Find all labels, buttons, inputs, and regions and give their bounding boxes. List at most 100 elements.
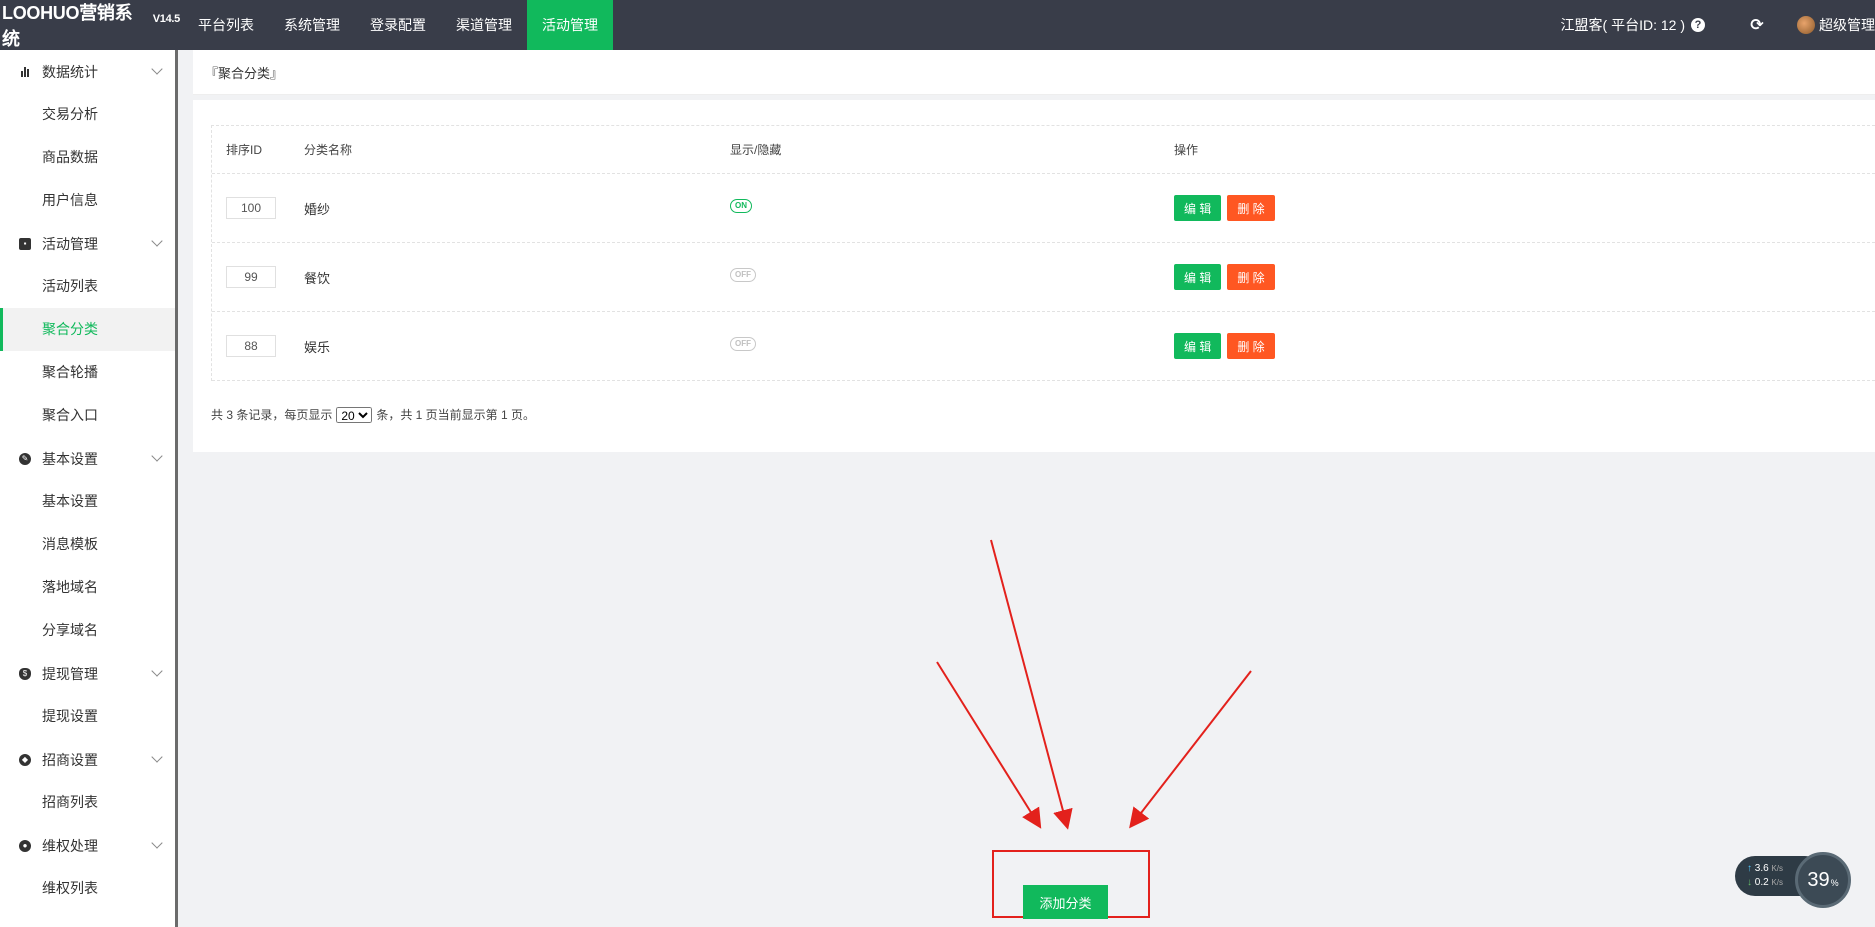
breadcrumb: 『聚合分类』 — [193, 50, 1875, 95]
sort-input[interactable] — [226, 197, 276, 219]
chevron-down-icon — [151, 751, 163, 763]
usage-percent: 39 — [1807, 868, 1830, 891]
sort-input[interactable] — [226, 266, 276, 288]
category-name: 娱乐 — [304, 339, 331, 355]
upload-arrow-icon: ↑ — [1747, 863, 1752, 874]
page-title: 『聚合分类』 — [205, 65, 284, 81]
header-show-hide: 显示/隐藏 — [730, 143, 782, 157]
download-arrow-icon: ↓ — [1747, 877, 1752, 888]
table-row: 娱乐 OFF 编 辑 删 除 — [212, 312, 1875, 381]
brand-version: V14.5 — [152, 13, 181, 25]
usage-percent-sign: % — [1830, 878, 1839, 888]
brand-logo[interactable]: LOOHUO营销系统 V14.5 — [0, 0, 180, 50]
top-nav-item-login-config[interactable]: 登录配置 — [355, 0, 441, 50]
edit-button[interactable]: 编 辑 — [1174, 333, 1222, 359]
sidebar-item-landing-domain[interactable]: 落地域名 — [0, 566, 175, 609]
sidebar-item-user-info[interactable]: 用户信息 — [0, 179, 175, 222]
category-name: 餐饮 — [304, 270, 331, 286]
sidebar-item-message-template[interactable]: 消息模板 — [0, 523, 175, 566]
sidebar-item-aggregate-category[interactable]: 聚合分类 — [0, 308, 175, 351]
visibility-toggle[interactable]: ON — [730, 199, 752, 213]
top-right: 江盟客( 平台ID: 12 ) ? ⟳ 超级管理 — [1561, 0, 1875, 50]
top-nav-item-channel[interactable]: 渠道管理 — [441, 0, 527, 50]
top-bar: LOOHUO营销系统 V14.5 平台列表 系统管理 登录配置 渠道管理 活动管理… — [0, 0, 1875, 50]
chevron-down-icon — [151, 450, 163, 462]
download-speed: 0.2 — [1754, 877, 1769, 888]
compass-icon: ◆ — [18, 753, 32, 767]
sidebar: 数据统计 交易分析 商品数据 用户信息 ▪ 活动管理 活动列表 聚合分类 聚合轮… — [0, 50, 178, 927]
edit-button[interactable]: 编 辑 — [1174, 195, 1222, 221]
sidebar-group-rights[interactable]: ● 维权处理 — [0, 824, 175, 867]
sidebar-item-rights-list[interactable]: 维权列表 — [0, 867, 175, 910]
chevron-down-icon — [151, 837, 163, 849]
pager-prefix: 共 3 条记录，每页显示 — [211, 408, 333, 422]
chevron-down-icon — [151, 665, 163, 677]
upload-speed: 3.6 — [1754, 863, 1769, 874]
sidebar-group-label: 维权处理 — [42, 837, 98, 854]
header-category-name: 分类名称 — [304, 143, 353, 157]
user-menu[interactable]: 超级管理 — [1781, 15, 1875, 35]
top-nav: 平台列表 系统管理 登录配置 渠道管理 活动管理 — [183, 0, 613, 50]
download-unit: K/s — [1771, 878, 1784, 887]
sidebar-item-basic-settings[interactable]: 基本设置 — [0, 480, 175, 523]
bag-icon: ▪ — [18, 237, 32, 251]
category-table: 排序ID 分类名称 显示/隐藏 操作 婚纱 ON 编 辑 删 除 餐饮 OFF … — [211, 125, 1875, 381]
visibility-toggle[interactable]: OFF — [730, 268, 756, 282]
top-nav-item-platform-list[interactable]: 平台列表 — [183, 0, 269, 50]
header-operations: 操作 — [1174, 143, 1199, 157]
sidebar-item-aggregate-entry[interactable]: 聚合入口 — [0, 394, 175, 437]
category-panel: 排序ID 分类名称 显示/隐藏 操作 婚纱 ON 编 辑 删 除 餐饮 OFF … — [193, 100, 1875, 452]
sidebar-item-withdraw-settings[interactable]: 提现设置 — [0, 695, 175, 738]
arrow-left — [936, 661, 1042, 829]
sidebar-item-merchant-list[interactable]: 招商列表 — [0, 781, 175, 824]
sidebar-group-label: 招商设置 — [42, 751, 98, 768]
sidebar-group-label: 数据统计 — [42, 63, 98, 80]
user-name: 超级管理 — [1819, 17, 1875, 33]
settings-icon: ✎ — [18, 452, 32, 466]
sidebar-group-activity[interactable]: ▪ 活动管理 — [0, 222, 175, 265]
arrow-center — [990, 539, 1073, 830]
delete-button[interactable]: 删 除 — [1227, 264, 1275, 290]
platform-label: 江盟客( 平台ID: 12 ) — [1560, 17, 1685, 33]
sidebar-group-withdraw[interactable]: $ 提现管理 — [0, 652, 175, 695]
edit-button[interactable]: 编 辑 — [1174, 264, 1222, 290]
sidebar-group-label: 活动管理 — [42, 235, 98, 252]
shield-icon: ● — [18, 839, 32, 853]
sidebar-item-activity-list[interactable]: 活动列表 — [0, 265, 175, 308]
bar-chart-icon — [18, 65, 32, 79]
sidebar-item-trade-analysis[interactable]: 交易分析 — [0, 93, 175, 136]
money-bag-icon: $ — [18, 667, 32, 681]
top-nav-item-activity[interactable]: 活动管理 — [527, 0, 613, 50]
delete-button[interactable]: 删 除 — [1227, 195, 1275, 221]
table-header-row: 排序ID 分类名称 显示/隐藏 操作 — [212, 126, 1875, 174]
pagination-info: 共 3 条记录，每页显示 20 条，共 1 页当前显示第 1 页。 — [211, 406, 535, 423]
delete-button[interactable]: 删 除 — [1227, 333, 1275, 359]
platform-info: 江盟客( 平台ID: 12 ) ? — [1561, 15, 1733, 35]
header-sort-id: 排序ID — [226, 143, 263, 157]
arrow-right — [1129, 670, 1252, 829]
table-row: 餐饮 OFF 编 辑 删 除 — [212, 243, 1875, 312]
sidebar-group-label: 基本设置 — [42, 450, 98, 467]
sidebar-group-basic-settings[interactable]: ✎ 基本设置 — [0, 437, 175, 480]
sidebar-item-goods-data[interactable]: 商品数据 — [0, 136, 175, 179]
upload-unit: K/s — [1771, 864, 1784, 873]
page-size-select[interactable]: 20 — [336, 406, 373, 423]
sidebar-group-stats[interactable]: 数据统计 — [0, 50, 175, 93]
chevron-down-icon — [151, 235, 163, 247]
table-row: 婚纱 ON 编 辑 删 除 — [212, 174, 1875, 243]
add-category-button[interactable]: 添加分类 — [1023, 885, 1108, 919]
sidebar-group-merchant[interactable]: ◆ 招商设置 — [0, 738, 175, 781]
avatar — [1797, 16, 1815, 34]
refresh-icon[interactable]: ⟳ — [1733, 15, 1781, 35]
sort-input[interactable] — [226, 335, 276, 357]
category-name: 婚纱 — [304, 201, 331, 217]
sidebar-item-aggregate-carousel[interactable]: 聚合轮播 — [0, 351, 175, 394]
help-icon[interactable]: ? — [1691, 18, 1705, 32]
sidebar-group-label: 提现管理 — [42, 665, 98, 682]
sidebar-item-share-domain[interactable]: 分享域名 — [0, 609, 175, 652]
pager-suffix: 条，共 1 页当前显示第 1 页。 — [376, 408, 536, 422]
top-nav-item-system[interactable]: 系统管理 — [269, 0, 355, 50]
network-speed-widget[interactable]: ↑ 3.6 K/s ↓ 0.2 K/s 39% — [1735, 852, 1855, 908]
visibility-toggle[interactable]: OFF — [730, 337, 756, 351]
chevron-down-icon — [151, 63, 163, 75]
